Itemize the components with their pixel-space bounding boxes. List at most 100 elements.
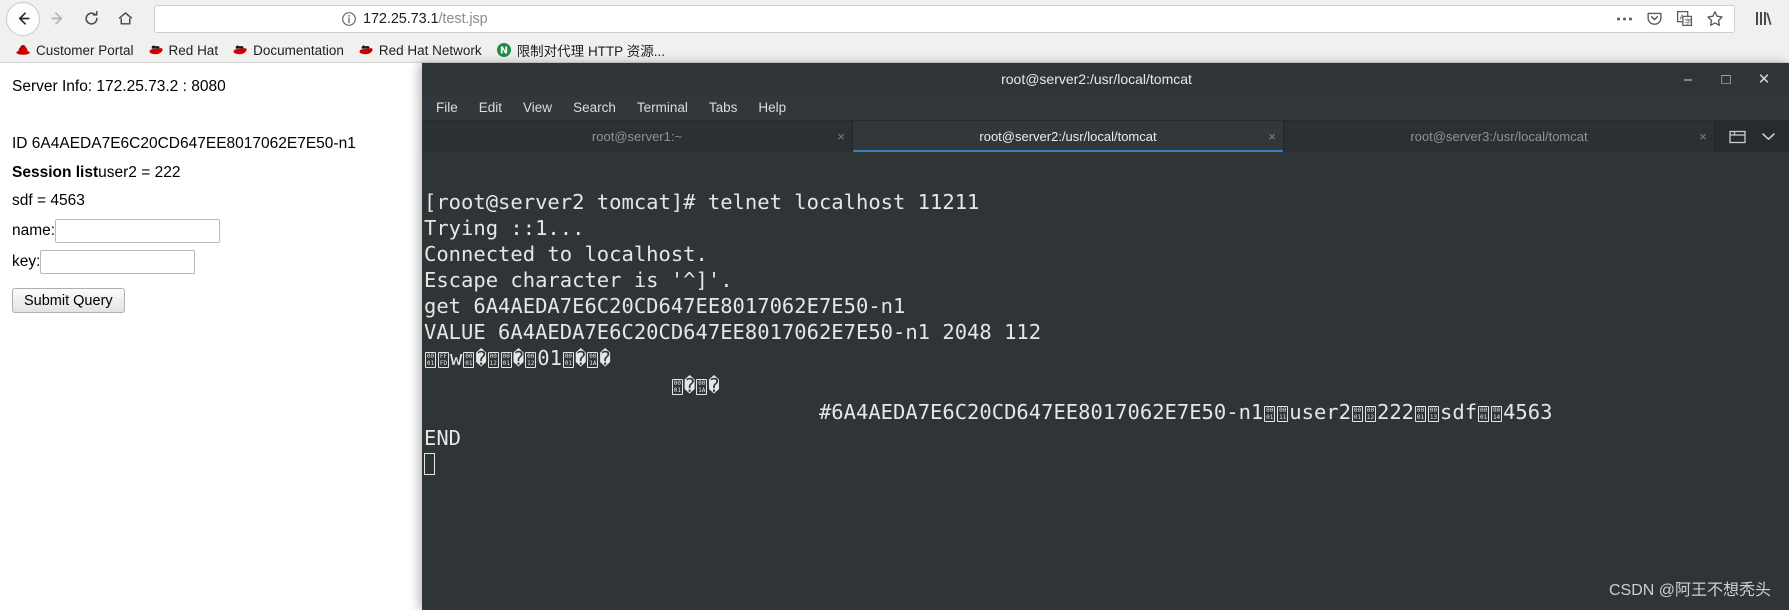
- menu-terminal[interactable]: Terminal: [637, 100, 688, 115]
- home-icon: [118, 12, 132, 25]
- bookmark-label: 限制对代理 HTTP 资源...: [516, 44, 665, 59]
- address-bar-actions: A 字: [1616, 10, 1724, 28]
- unprintable-glyph: 00 01: [671, 379, 683, 395]
- bookmark-red-hat-network[interactable]: Red Hat Network: [351, 39, 489, 61]
- binary-num: 222: [1377, 400, 1415, 424]
- maximize-icon[interactable]: □: [1719, 72, 1733, 87]
- terminal-tab-server3[interactable]: root@server3:/usr/local/tomcat ×: [1284, 121, 1715, 152]
- terminal-cursor-line: [424, 451, 1789, 477]
- terminal-tabbar: root@server1:~ × root@server2:/usr/local…: [422, 121, 1789, 152]
- redhat-fedora-icon: [15, 42, 31, 58]
- terminal-tab-server2[interactable]: root@server2:/usr/local/tomcat ×: [853, 121, 1284, 152]
- tab-label: root@server1:~: [591, 129, 683, 144]
- menu-help[interactable]: Help: [758, 100, 786, 115]
- tab-close-icon[interactable]: ×: [1261, 129, 1283, 144]
- terminal-line-binary-1: 00 01 FF FD w 00 01 � 00 12 00 01 � 00 12 01 00 01 � 00 1A �: [425, 346, 611, 370]
- address-bar[interactable]: 172.25.73.1/test.jsp A 字: [154, 4, 1735, 33]
- unprintable-glyph: 00 1A: [696, 379, 708, 395]
- pocket-icon[interactable]: [1646, 10, 1663, 27]
- page-actions-icon[interactable]: [1616, 16, 1633, 22]
- reload-icon: [84, 10, 98, 25]
- redhat-shadowman-icon: [358, 42, 374, 58]
- redhat-shadowman-icon: [148, 42, 164, 58]
- minimize-icon[interactable]: –: [1681, 72, 1695, 87]
- unprintable-glyph: 00 12: [525, 352, 537, 368]
- unprintable-glyph: 00 01: [1478, 406, 1490, 422]
- menu-file[interactable]: File: [436, 100, 458, 115]
- terminal-output[interactable]: [root@server2 tomcat]# telnet localhost …: [422, 183, 1789, 610]
- terminal-window-title: root@server2:/usr/local/tomcat: [1001, 71, 1192, 87]
- url-text: 172.25.73.1/test.jsp: [363, 11, 488, 27]
- noscript-icon: N: [496, 42, 512, 58]
- bookmark-documentation[interactable]: Documentation: [225, 39, 351, 61]
- bookmark-customer-portal[interactable]: Customer Portal: [8, 39, 141, 61]
- unprintable-glyph: 00 01: [1352, 406, 1363, 422]
- navigation-toolbar: 172.25.73.1/test.jsp A 字: [0, 0, 1789, 37]
- replacement-char: �: [512, 348, 525, 370]
- new-tab-icon[interactable]: [1729, 129, 1746, 144]
- forward-arrow-icon: [50, 12, 62, 25]
- submit-query-button[interactable]: Submit Query: [12, 288, 125, 313]
- bookmark-red-hat[interactable]: Red Hat: [141, 39, 226, 61]
- bookmark-label: Red Hat: [168, 42, 219, 58]
- unprintable-glyph: 00 12: [1365, 406, 1376, 422]
- binary-sdf: sdf: [1440, 400, 1478, 424]
- bookmark-noscript-proxy[interactable]: N 限制对代理 HTTP 资源...: [489, 39, 672, 61]
- library-button[interactable]: [1749, 10, 1779, 27]
- tab-close-icon[interactable]: ×: [1692, 129, 1714, 144]
- terminal-menubar: File Edit View Search Terminal Tabs Help: [422, 95, 1789, 121]
- terminal-line-command: [root@server2 tomcat]# telnet localhost …: [424, 190, 980, 214]
- menu-view[interactable]: View: [523, 100, 552, 115]
- reload-button[interactable]: [74, 2, 108, 36]
- terminal-line-value: VALUE 6A4AEDA7E6C20CD647EE8017062E7E50-n…: [424, 320, 1042, 344]
- svg-text:N: N: [500, 46, 508, 57]
- terminal-line-end: END: [424, 426, 462, 450]
- close-icon[interactable]: ✕: [1757, 72, 1771, 87]
- svg-text:字: 字: [1685, 17, 1692, 26]
- terminal-line-binary-2: 00 01 � 00 1A �: [424, 372, 1789, 399]
- binary-val: 4563: [1503, 400, 1553, 424]
- terminal-cursor: [424, 453, 435, 475]
- key-input[interactable]: [40, 250, 196, 274]
- terminal-tab-server1[interactable]: root@server1:~ ×: [422, 121, 853, 152]
- terminal-line-escape: Escape character is '^]'.: [424, 268, 733, 292]
- browser-chrome: 172.25.73.1/test.jsp A 字 Customer Portal…: [0, 0, 1789, 63]
- translate-icon[interactable]: A 字: [1676, 10, 1693, 27]
- terminal-window: root@server2:/usr/local/tomcat – □ ✕ Fil…: [422, 63, 1789, 610]
- binary-tail-digits: 01: [537, 346, 562, 370]
- back-button[interactable]: [6, 1, 40, 36]
- tab-list-chevron-down-icon[interactable]: [1762, 132, 1775, 141]
- unprintable-glyph: 00 01: [500, 352, 512, 368]
- unprintable-glyph: 00 11: [1277, 406, 1289, 422]
- unprintable-glyph: FF FD: [438, 352, 449, 368]
- replacement-char: �: [599, 348, 611, 370]
- tab-label: root@server3:/usr/local/tomcat: [1410, 129, 1588, 144]
- key-label: key:: [12, 253, 41, 270]
- unprintable-glyph: 00 01: [1415, 406, 1427, 422]
- library-icon: [1756, 12, 1772, 25]
- session-list-label: Session list: [12, 163, 99, 181]
- terminal-line-trying: Trying ::1...: [424, 216, 585, 240]
- forward-button[interactable]: [40, 2, 74, 36]
- name-input[interactable]: [55, 219, 221, 243]
- tabbar-actions: [1715, 121, 1789, 152]
- url-path: /test.jsp: [438, 10, 488, 27]
- replacement-char: �: [475, 348, 487, 370]
- terminal-line-binary-3: #6A4AEDA7E6C20CD647EE8017062E7E50-n1 00 01…: [424, 399, 1789, 425]
- page-info-icon[interactable]: [341, 11, 357, 27]
- replacement-char: �: [574, 348, 587, 370]
- tab-close-icon[interactable]: ×: [830, 129, 852, 144]
- unprintable-glyph: 00 01: [562, 352, 574, 368]
- menu-edit[interactable]: Edit: [479, 100, 502, 115]
- terminal-line-connected: Connected to localhost.: [424, 242, 708, 266]
- menu-search[interactable]: Search: [573, 100, 616, 115]
- unprintable-glyph: 00 01: [425, 352, 436, 368]
- unprintable-glyph: 00 14: [1491, 406, 1503, 422]
- menu-tabs[interactable]: Tabs: [709, 100, 738, 115]
- unprintable-glyph: 00 01: [1264, 406, 1276, 422]
- bookmark-star-icon[interactable]: [1706, 10, 1724, 28]
- address-bar-content: 172.25.73.1/test.jsp: [163, 11, 1616, 27]
- terminal-titlebar[interactable]: root@server2:/usr/local/tomcat – □ ✕: [422, 63, 1789, 95]
- bookmark-label: Customer Portal: [36, 42, 134, 58]
- home-button[interactable]: [108, 2, 142, 36]
